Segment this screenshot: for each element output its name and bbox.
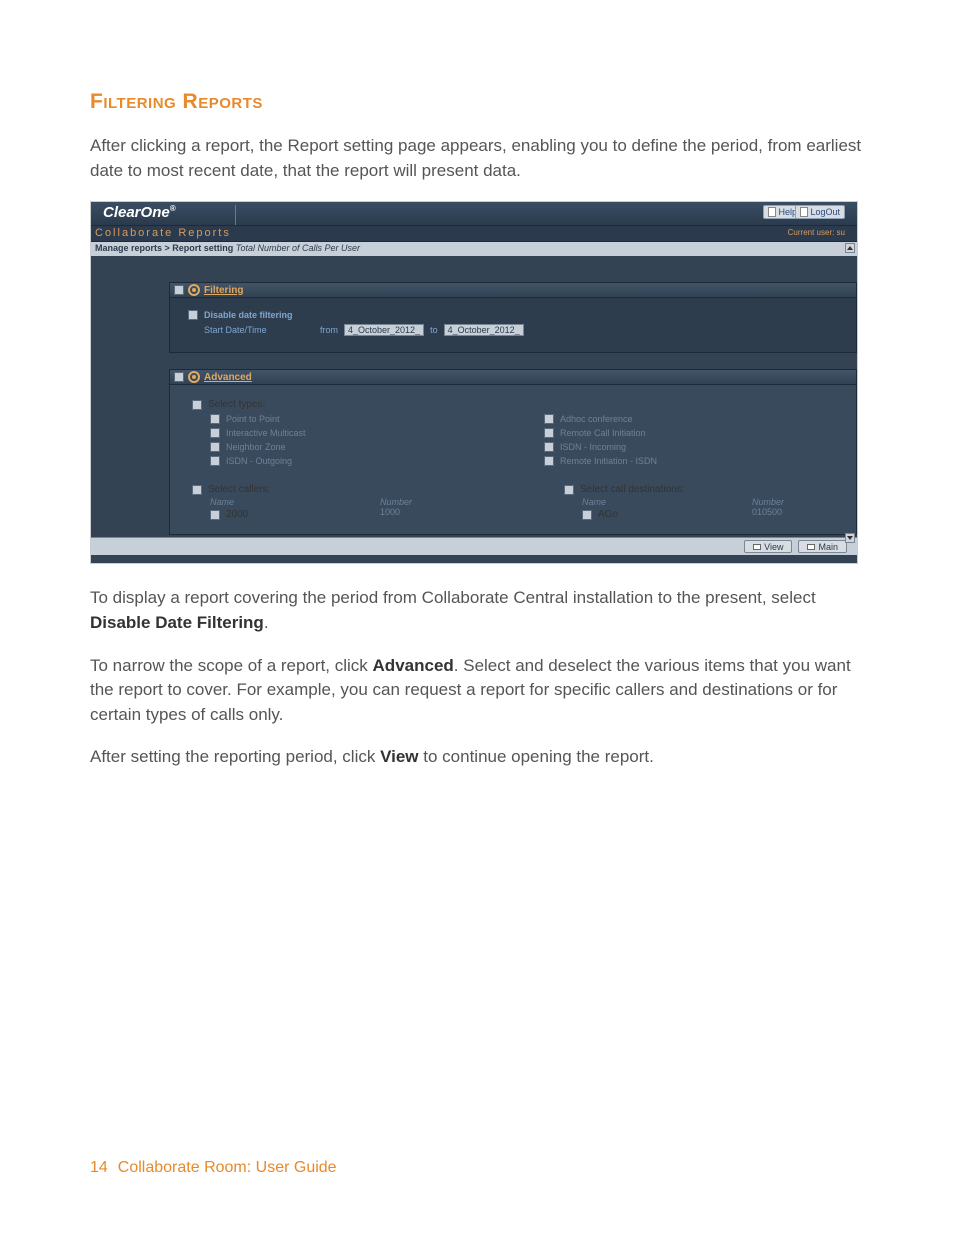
filtering-label: Filtering (204, 285, 243, 296)
advanced-checkbox[interactable] (174, 372, 184, 382)
to-label: to (430, 325, 438, 335)
expand-icon (188, 371, 200, 383)
type-checkbox[interactable] (544, 442, 554, 452)
current-user: Current user: su (788, 228, 845, 237)
doc-icon (768, 207, 776, 217)
type-checkbox[interactable] (210, 428, 220, 438)
section-title: Filtering Reports (90, 90, 864, 114)
intro-paragraph: After clicking a report, the Report sett… (90, 134, 864, 183)
caller-name: 2000 (226, 509, 248, 520)
type-label: Remote Call Initiation (560, 428, 646, 438)
type-checkbox[interactable] (210, 456, 220, 466)
app-body: Filtering Disable date filtering Start D… (91, 256, 857, 563)
app-screenshot: ClearOne® Help LogOut Collaborate Report… (90, 201, 858, 564)
dest-checkbox[interactable] (582, 510, 592, 520)
caller-number: 1000 (380, 507, 520, 522)
advanced-panel-header[interactable]: Advanced (169, 369, 857, 385)
type-label: ISDN - Incoming (560, 442, 626, 452)
doc-icon (800, 207, 808, 217)
type-checkbox[interactable] (544, 428, 554, 438)
start-date-label: Start Date/Time (204, 325, 314, 335)
subheader: Collaborate Reports Current user: su (91, 226, 857, 242)
select-types-checkbox[interactable] (192, 400, 202, 410)
advanced-panel-body: Select types: Point to Point Interactive… (169, 385, 857, 535)
expand-icon (188, 284, 200, 296)
logout-button[interactable]: LogOut (795, 205, 845, 219)
filtering-checkbox[interactable] (174, 285, 184, 295)
type-label: Remote Initiation - ISDN (560, 456, 657, 466)
type-label: Point to Point (226, 414, 280, 424)
disable-date-label: Disable date filtering (204, 310, 293, 320)
view-button[interactable]: View (744, 540, 792, 553)
caller-checkbox[interactable] (210, 510, 220, 520)
date-to-input[interactable]: 4_October_2012_ (444, 324, 524, 336)
app-header: ClearOne® Help LogOut (91, 202, 857, 226)
type-checkbox[interactable] (544, 414, 554, 424)
scroll-down-button[interactable] (845, 533, 855, 543)
select-destinations-checkbox[interactable] (564, 485, 574, 495)
type-label: ISDN - Outgoing (226, 456, 292, 466)
paragraph-view: After setting the reporting period, clic… (90, 745, 864, 770)
filtering-panel-header[interactable]: Filtering (169, 282, 857, 298)
footer-bar: View Main (91, 537, 857, 555)
type-checkbox[interactable] (544, 456, 554, 466)
disable-date-checkbox[interactable] (188, 310, 198, 320)
dest-name: AGo (598, 509, 618, 520)
type-checkbox[interactable] (210, 442, 220, 452)
type-label: Neighbor Zone (226, 442, 286, 452)
scroll-up-button[interactable] (845, 243, 855, 253)
select-callers-label: Select callers: (208, 484, 270, 495)
advanced-label: Advanced (204, 372, 252, 383)
breadcrumb: Manage reports > Report setting Total Nu… (91, 242, 857, 256)
paragraph-disable-date: To display a report covering the period … (90, 586, 864, 635)
select-destinations-label: Select call destinations: (580, 484, 685, 495)
select-types-label: Select types: (208, 399, 265, 410)
date-from-input[interactable]: 4_October_2012_ (344, 324, 424, 336)
dest-number: 010500 (752, 507, 892, 522)
type-label: Interactive Multicast (226, 428, 306, 438)
window-icon (753, 544, 761, 550)
logo: ClearOne® (103, 204, 176, 221)
page-footer: 14Collaborate Room: User Guide (90, 1159, 337, 1177)
type-label: Adhoc conference (560, 414, 633, 424)
filtering-panel-body: Disable date filtering Start Date/Time f… (169, 298, 857, 353)
paragraph-advanced: To narrow the scope of a report, click A… (90, 654, 864, 728)
app-subtitle: Collaborate Reports (95, 227, 231, 239)
window-icon (807, 544, 815, 550)
type-checkbox[interactable] (210, 414, 220, 424)
tab-area (235, 205, 535, 225)
main-button[interactable]: Main (798, 540, 847, 553)
select-callers-checkbox[interactable] (192, 485, 202, 495)
from-label: from (320, 325, 338, 335)
